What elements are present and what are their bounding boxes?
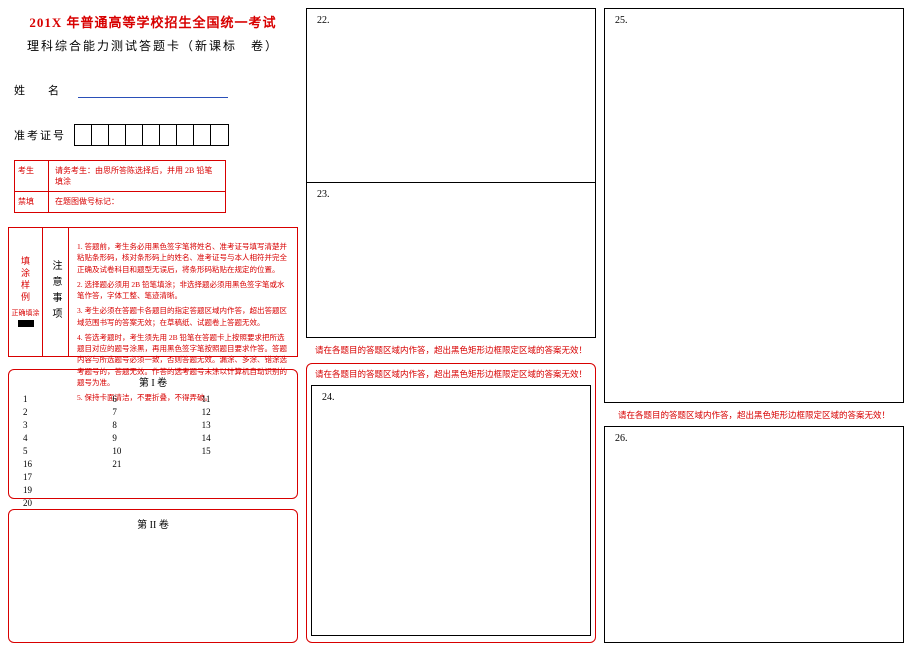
- qnum: 16: [19, 458, 108, 471]
- ticket-label: 准考证号: [14, 127, 66, 143]
- qnum: 19: [19, 484, 108, 497]
- answer-box-26[interactable]: 26.: [604, 426, 904, 643]
- redbox-r1-right: 请务考生：由思所答陈选择后，并用 2B 铅笔填涂: [49, 161, 225, 191]
- warning-line-3: 请在各题目的答题区域内作答，超出黑色矩形边框限定区域的答案无效！: [604, 409, 904, 422]
- exam-title-sub: 理科综合能力测试答题卡（新课标 卷）: [8, 37, 298, 54]
- qnum: 5: [19, 445, 108, 458]
- notes-box: 填涂样例 正确填涂 注意事项 1. 答题前，考生务必用黑色签字笔将姓名、准考证号…: [8, 227, 298, 357]
- qnum: [108, 471, 197, 484]
- qnum: 6: [108, 393, 197, 406]
- answer-box-24[interactable]: 24.: [311, 385, 591, 637]
- answer-box-25[interactable]: 25.: [604, 8, 904, 403]
- qnum: 21: [108, 458, 197, 471]
- qnum: [108, 484, 197, 497]
- qnum: 1: [19, 393, 108, 406]
- notes-list: 1. 答题前，考生务必用黑色签字笔将姓名、准考证号填写清楚并粘贴条形码，核对条形…: [69, 235, 297, 348]
- section-1-title: 第 I 卷: [19, 374, 287, 389]
- qnum: 13: [198, 419, 287, 432]
- note-item: 1. 答题前，考生务必用黑色签字笔将姓名、准考证号填写清楚并粘贴条形码，核对条形…: [77, 241, 289, 275]
- qnum: 15: [198, 445, 287, 458]
- qnum: [198, 458, 287, 471]
- fill-sample-title: 填涂样例: [19, 256, 32, 304]
- fill-sample: 填涂样例 正确填涂: [9, 228, 43, 356]
- warn-block-24: 请在各题目的答题区域内作答，超出黑色矩形边框限定区域的答案无效！ 24.: [306, 363, 596, 643]
- examinee-redbox: 考生 请务考生：由思所答陈选择后，并用 2B 铅笔填涂 禁填 在题图做号标记：: [14, 160, 226, 213]
- qnum: 12: [198, 406, 287, 419]
- qnum: 14: [198, 432, 287, 445]
- fill-sample-mark: [18, 320, 34, 327]
- note-item: 3. 考生必须在答题卡各题目的指定答题区域内作答，超出答题区域范围书写的答案无效…: [77, 305, 289, 328]
- section-1-grid: 1 6 11 2 7 12 3 8 13 4 9 14 5 10 15 16 2…: [19, 393, 287, 510]
- notes-mid-title: 注意事项: [43, 228, 69, 356]
- qnum: 10: [108, 445, 197, 458]
- name-row: 姓 名: [8, 82, 298, 98]
- answer-box-23[interactable]: 23.: [306, 183, 596, 338]
- name-label: 姓 名: [14, 85, 65, 97]
- section-2-title: 第 II 卷: [9, 516, 297, 531]
- exam-title-main: 201X 年普通高等学校招生全国统一考试: [8, 12, 298, 31]
- qnum: [198, 471, 287, 484]
- qnum: 17: [19, 471, 108, 484]
- section-2-box: 第 II 卷: [8, 509, 298, 643]
- redbox-r2-right: 在题图做号标记：: [49, 192, 225, 211]
- warning-line-1: 请在各题目的答题区域内作答，超出黑色矩形边框限定区域的答案无效！: [306, 344, 596, 357]
- qnum: 9: [108, 432, 197, 445]
- note-item: 2. 选择题必须用 2B 铅笔填涂；非选择题必须用黑色签字笔或水笔作答，字体工整…: [77, 279, 289, 302]
- qnum: 2: [19, 406, 108, 419]
- qnum: [198, 484, 287, 497]
- name-input-line[interactable]: [78, 97, 228, 98]
- qnum: 11: [198, 393, 287, 406]
- qnum: 3: [19, 419, 108, 432]
- redbox-r2-left: 禁填: [15, 192, 49, 211]
- redbox-r1-left: 考生: [15, 161, 49, 191]
- ticket-row: 准考证号: [8, 124, 298, 146]
- fill-sample-label: 正确填涂: [12, 308, 40, 318]
- section-1-box: 第 I 卷 1 6 11 2 7 12 3 8 13 4 9 14 5 10 1…: [8, 369, 298, 499]
- qnum: 4: [19, 432, 108, 445]
- warning-line-2: 请在各题目的答题区域内作答，超出黑色矩形边框限定区域的答案无效！: [311, 368, 591, 381]
- ticket-boxes[interactable]: [74, 124, 229, 146]
- qnum: 7: [108, 406, 197, 419]
- qnum: 8: [108, 419, 197, 432]
- answer-box-22[interactable]: 22.: [306, 8, 596, 183]
